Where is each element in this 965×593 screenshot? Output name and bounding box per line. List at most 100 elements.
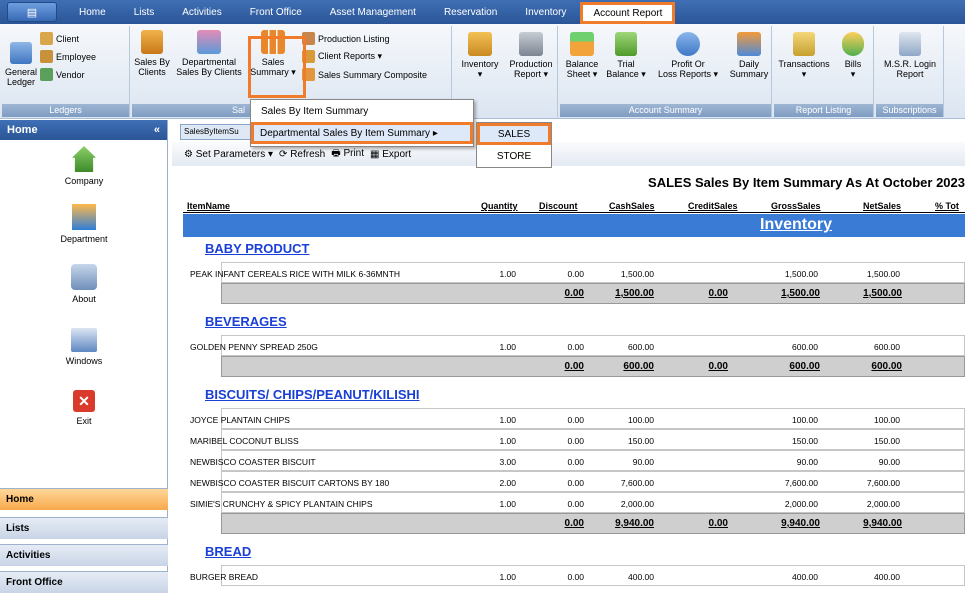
tab-account-report[interactable]: Account Report xyxy=(580,2,676,24)
sales-by-item-summary-item[interactable]: Sales By Item Summary xyxy=(251,100,473,122)
table-cell: 0.00 xyxy=(567,478,584,488)
table-row: JOYCE PLANTAIN CHIPS 1.00 0.00 100.00 100.00… xyxy=(190,408,965,429)
table-cell: 1,500.00 xyxy=(784,269,818,279)
exit-icon: ✕ xyxy=(73,390,95,412)
account-summary-group: Balance Sheet ▾ Trial Balance ▾ Profit O… xyxy=(560,26,772,117)
total-cell: 0.00 xyxy=(564,518,584,529)
submenu-store-item[interactable]: STORE xyxy=(477,145,551,167)
report-title: SALES Sales By Item Summary As At Octobe… xyxy=(648,175,965,190)
print-button[interactable]: 🖶 Print xyxy=(331,146,364,163)
nav-activities[interactable]: Activities xyxy=(0,544,168,566)
total-cell: 600.00 xyxy=(871,361,902,372)
daily-summary-button[interactable]: Daily Summary xyxy=(728,32,770,79)
total-cell: 1,500.00 xyxy=(615,288,654,299)
subscriptions-group: M.S.R. Login Report Subscriptions xyxy=(876,26,944,117)
tab-inventory[interactable]: Inventory xyxy=(511,0,580,24)
print-icon: 🖶 xyxy=(331,147,344,159)
inventory-icon xyxy=(468,32,492,56)
employee-icon xyxy=(40,50,53,63)
nav-lists[interactable]: Lists xyxy=(0,517,168,539)
nav-front-office[interactable]: Front Office xyxy=(0,571,168,593)
total-cell: 0.00 xyxy=(564,288,584,299)
collapse-icon[interactable]: « xyxy=(154,124,160,136)
account-summary-group-title: Account Summary xyxy=(560,104,771,117)
sidebar-title: Home xyxy=(7,124,38,136)
table-cell: 1.00 xyxy=(499,269,516,279)
total-cell: 0.00 xyxy=(564,361,584,372)
table-cell: 0.00 xyxy=(567,342,584,352)
refresh-button[interactable]: ⟳ Refresh xyxy=(279,149,325,160)
departmental-sales-by-item-summary-item[interactable]: Departmental Sales By Item Summary ▸ xyxy=(251,122,473,144)
production-listing-button[interactable]: Production Listing xyxy=(302,32,390,45)
sidebar-item-company[interactable]: Company xyxy=(0,146,168,186)
category-total-row: 0.00 1,500.00 0.00 1,500.00 1,500.00 xyxy=(221,283,965,304)
tab-front-office[interactable]: Front Office xyxy=(236,0,316,24)
submenu-sales-item[interactable]: SALES xyxy=(477,123,551,145)
tab-lists[interactable]: Lists xyxy=(120,0,169,24)
table-cell: 400.00 xyxy=(628,572,654,582)
client-button[interactable]: Client xyxy=(40,32,79,45)
vendor-button[interactable]: Vendor xyxy=(40,68,85,81)
parameters-icon: ⚙ xyxy=(184,148,196,160)
table-cell: 7,600.00 xyxy=(784,478,818,488)
table-cell: 0.00 xyxy=(567,436,584,446)
sidebar-item-about[interactable]: About xyxy=(0,264,168,304)
sales-summary-composite-button[interactable]: Sales Summary Composite xyxy=(302,68,427,81)
app-menu-button[interactable]: ▤ xyxy=(7,2,57,22)
col-itemname: ItemName xyxy=(187,201,231,211)
general-ledger-button[interactable]: General Ledger xyxy=(4,42,38,87)
set-parameters-button[interactable]: ⚙ Set Parameters ▾ xyxy=(184,149,273,160)
table-cell: 1,500.00 xyxy=(866,269,900,279)
document-tab[interactable]: SalesByItemSu xyxy=(180,124,258,140)
client-reports-button[interactable]: Client Reports ▾ xyxy=(302,50,382,63)
table-cell: 2,000.00 xyxy=(620,499,654,509)
category-total-row: 0.00 9,940.00 0.00 9,940.00 9,940.00 xyxy=(221,513,965,534)
report-view: SALES Sales By Item Summary As At Octobe… xyxy=(183,171,965,591)
sidebar-item-windows[interactable]: Windows xyxy=(0,328,168,366)
col-discount: Discount xyxy=(539,201,578,211)
tab-asset-management[interactable]: Asset Management xyxy=(316,0,430,24)
table-row: NEWBISCO COASTER BISCUIT 3.00 0.00 90.00 90.… xyxy=(190,450,965,471)
balance-sheet-button[interactable]: Balance Sheet ▾ xyxy=(562,32,602,79)
total-cell: 9,940.00 xyxy=(863,518,902,529)
col-percent-total: % Tot xyxy=(935,201,959,211)
sidebar-header: Home « xyxy=(0,120,167,140)
sidebar-item-department[interactable]: Department xyxy=(0,204,168,244)
category-label: BISCUITS/ CHIPS/PEANUT/KILISHI xyxy=(205,387,420,402)
inventory-button[interactable]: Inventory ▾ xyxy=(456,32,504,79)
departmental-sales-button[interactable]: Departmental Sales By Clients xyxy=(172,30,246,77)
table-cell: 100.00 xyxy=(874,415,900,425)
tab-reservation[interactable]: Reservation xyxy=(430,0,511,24)
col-cashsales: CashSales xyxy=(609,201,655,211)
bills-button[interactable]: Bills ▾ xyxy=(836,32,870,79)
table-cell: 0.00 xyxy=(567,572,584,582)
report-listing-group-title: Report Listing xyxy=(774,104,873,117)
export-button[interactable]: ▦ Export xyxy=(370,149,411,160)
table-cell: 600.00 xyxy=(874,342,900,352)
sales-by-clients-button[interactable]: Sales By Clients xyxy=(134,30,170,77)
ledgers-group: General Ledger Client Employee Vendor Le… xyxy=(2,26,130,117)
trial-balance-button[interactable]: Trial Balance ▾ xyxy=(604,32,648,79)
windows-icon xyxy=(71,328,97,352)
transactions-button[interactable]: Transactions ▾ xyxy=(776,32,832,79)
tab-activities[interactable]: Activities xyxy=(168,0,235,24)
table-cell: 600.00 xyxy=(792,342,818,352)
tab-home[interactable]: Home xyxy=(57,0,120,24)
employee-button[interactable]: Employee xyxy=(40,50,96,63)
menu-bar: ▤ Home Lists Activities Front Office Ass… xyxy=(0,0,965,24)
megaphone-icon xyxy=(71,264,97,290)
vendor-icon xyxy=(40,68,53,81)
profit-loss-button[interactable]: Profit Or Loss Reports ▾ xyxy=(650,32,726,79)
ribbon: General Ledger Client Employee Vendor Le… xyxy=(0,24,965,119)
table-cell: 90.00 xyxy=(632,457,654,467)
table-cell: 2,000.00 xyxy=(866,499,900,509)
msr-login-report-button[interactable]: M.S.R. Login Report xyxy=(878,32,942,79)
production-report-button[interactable]: Production Report ▾ xyxy=(506,32,556,79)
sidebar-item-exit[interactable]: ✕ Exit xyxy=(0,390,168,426)
category-label: BEVERAGES xyxy=(205,314,287,329)
ledger-icon xyxy=(10,42,32,64)
col-quantity: Quantity xyxy=(481,201,518,211)
table-cell: 0.00 xyxy=(567,415,584,425)
nav-home[interactable]: Home xyxy=(0,488,168,510)
sidebar: Home « Company Department About Windows … xyxy=(0,120,168,593)
